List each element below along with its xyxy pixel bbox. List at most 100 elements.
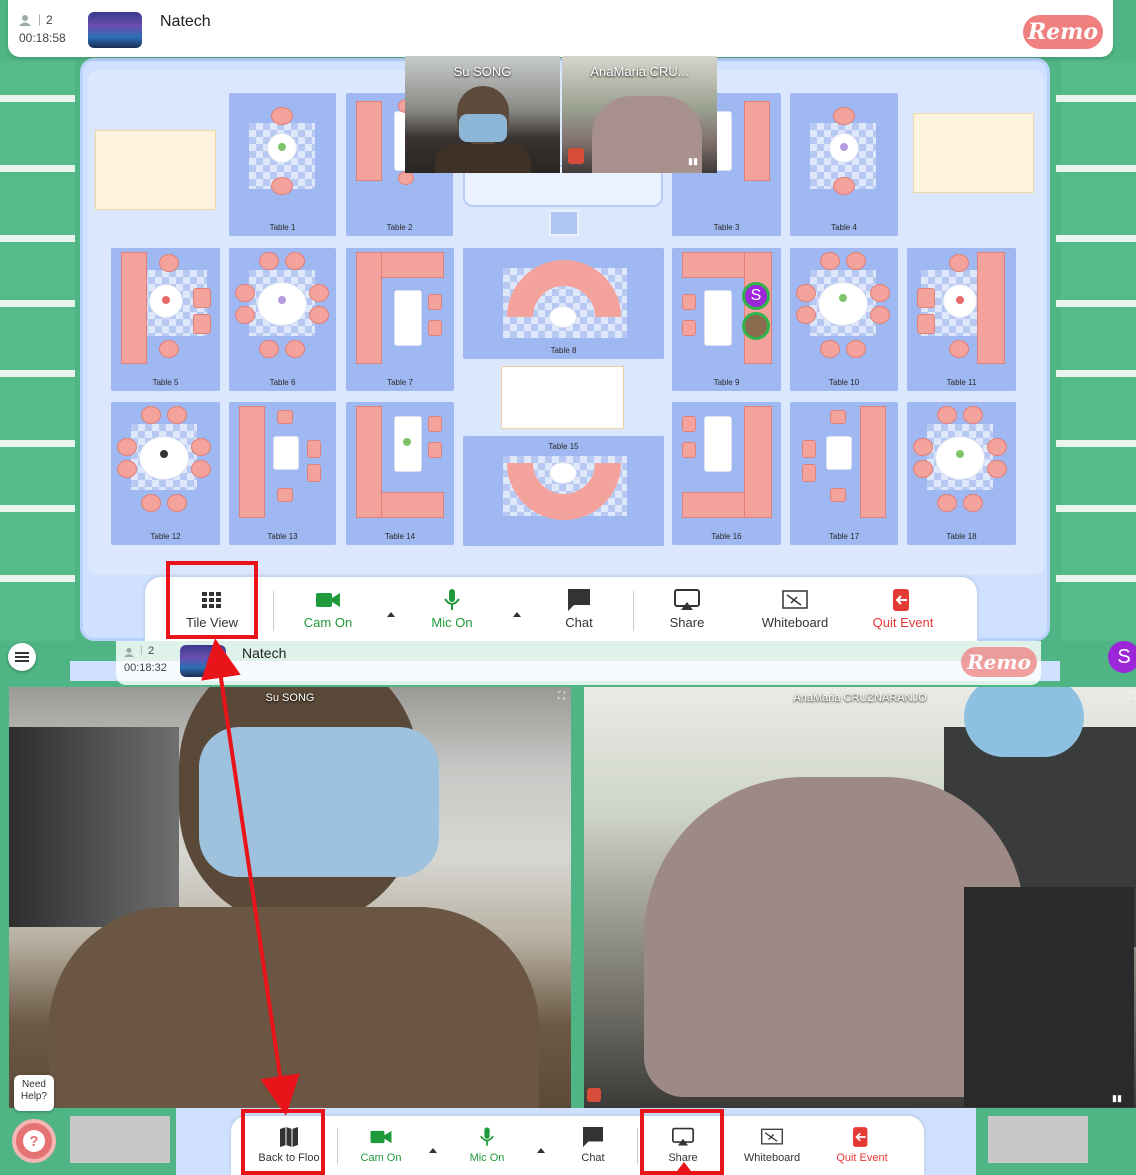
- help-button[interactable]: ?: [12, 1119, 56, 1163]
- question-icon: ?: [23, 1130, 45, 1152]
- chat-label: Chat: [581, 1152, 605, 1164]
- wall-stub: [1056, 300, 1136, 307]
- table-label: Table 1: [269, 223, 296, 232]
- hamburger-icon: [15, 652, 29, 662]
- table-1[interactable]: Table 1: [229, 93, 336, 236]
- table-5[interactable]: Table 5: [111, 248, 220, 391]
- share-button[interactable]: Share: [653, 589, 721, 630]
- table-label: Table 4: [831, 223, 857, 232]
- cam-on-button[interactable]: Cam On: [291, 589, 365, 630]
- table-8[interactable]: Table 8: [463, 248, 664, 359]
- microphone-icon: [415, 589, 489, 611]
- mic-options-caret[interactable]: [513, 612, 521, 617]
- table-label: Table 2: [386, 223, 413, 232]
- camera-tile[interactable]: Su SONG ⛶: [9, 687, 571, 1108]
- wall-stub: [1056, 235, 1136, 242]
- participant-name: AnaMaria CRUZNARANJO: [793, 692, 927, 704]
- wall-stub: [1056, 575, 1136, 582]
- need-help-tooltip: Need Help?: [14, 1075, 54, 1111]
- camera-tile[interactable]: AnaMaria CRUZNARANJO ⛶: [584, 687, 1136, 1108]
- table-7[interactable]: Table 7: [346, 248, 454, 391]
- participant-name: Su SONG: [453, 64, 512, 79]
- mic-on-button[interactable]: Mic On: [455, 1126, 519, 1164]
- whiteboard-button[interactable]: Whiteboard: [737, 1126, 807, 1164]
- monitor: [964, 887, 1134, 1107]
- table-label: Table 5: [152, 378, 179, 387]
- wall-stub: [1056, 95, 1136, 102]
- table-17[interactable]: Table 17: [790, 402, 898, 545]
- table-10[interactable]: Table 10: [790, 248, 898, 391]
- svg-text:?: ?: [29, 1133, 38, 1150]
- table-label: Table 10: [828, 378, 860, 387]
- table-13[interactable]: Table 13: [229, 402, 336, 545]
- event-timer: 00:18:58: [19, 31, 66, 45]
- table-18[interactable]: Table 18: [907, 402, 1016, 545]
- chat-button[interactable]: Chat: [565, 1126, 621, 1164]
- floor-board: [70, 1116, 170, 1163]
- table-label: Table 9: [713, 378, 740, 387]
- highlight-box: [241, 1109, 325, 1175]
- wall-stub: [1056, 505, 1136, 512]
- divider: [273, 591, 274, 631]
- table-11[interactable]: Table 11: [907, 248, 1016, 391]
- floor-view-screenshot: Table 1 Table 2 Table 3 Table 4 Table 5: [0, 0, 1136, 641]
- wall-stub: [1056, 165, 1136, 172]
- event-thumbnail: [88, 12, 142, 48]
- fullscreen-icon[interactable]: ⛶: [1129, 691, 1136, 702]
- chat-label: Chat: [565, 615, 593, 630]
- event-timer: 00:18:32: [124, 662, 167, 674]
- whiteboard-icon: [753, 589, 837, 611]
- table-label: Table 6: [269, 378, 296, 387]
- highlight-box: [640, 1109, 724, 1175]
- table-label: Table 17: [828, 532, 860, 541]
- avatar[interactable]: [742, 312, 770, 340]
- signal-icon: ▮▮: [688, 156, 698, 166]
- user-avatar[interactable]: S: [1108, 641, 1136, 673]
- wall-stub: [0, 505, 75, 512]
- highlight-box: [166, 561, 258, 639]
- chat-icon: [565, 1126, 621, 1148]
- table-15[interactable]: Table 15: [463, 436, 664, 546]
- table-6[interactable]: Table 6: [229, 248, 336, 391]
- exit-icon: [827, 1126, 897, 1148]
- fullscreen-icon[interactable]: ⛶: [558, 691, 565, 702]
- cam-options-caret[interactable]: [429, 1148, 437, 1153]
- table-9[interactable]: S Table 9: [672, 248, 781, 391]
- mic-on-button[interactable]: Mic On: [415, 589, 489, 630]
- table-14[interactable]: Table 14: [346, 402, 454, 545]
- quit-event-button[interactable]: Quit Event: [827, 1126, 897, 1164]
- top-bar: | 2 00:18:32 Natech Remo: [116, 641, 1041, 685]
- screen-share-icon: [653, 589, 721, 611]
- cam-options-caret[interactable]: [387, 612, 395, 617]
- floor-board: [95, 130, 216, 210]
- floor-board: [913, 113, 1034, 193]
- table-16[interactable]: Table 16: [672, 402, 781, 545]
- table-label: Table 12: [150, 532, 181, 541]
- table-label: Table 8: [550, 346, 577, 355]
- video-tile[interactable]: AnaMaria CRU... ▮▮: [562, 56, 717, 173]
- remo-logo: Remo: [961, 647, 1037, 677]
- participant-name: AnaMaria CRU...: [590, 64, 689, 79]
- remo-logo: Remo: [1023, 15, 1103, 49]
- exit-icon: [863, 589, 943, 611]
- cam-on-label: Cam On: [303, 615, 353, 630]
- wall-stub: [0, 235, 75, 242]
- participant-count: 2: [46, 13, 53, 27]
- table-4[interactable]: Table 4: [790, 93, 898, 236]
- table-12[interactable]: Table 12: [111, 402, 220, 545]
- cam-on-button[interactable]: Cam On: [349, 1126, 413, 1164]
- video-tile[interactable]: Su SONG: [405, 56, 560, 173]
- microphone-icon: [455, 1126, 519, 1148]
- avatar[interactable]: S: [742, 282, 770, 310]
- event-name: Natech: [160, 13, 211, 30]
- mic-options-caret[interactable]: [537, 1148, 545, 1153]
- camera-icon: [349, 1126, 413, 1148]
- separator: |: [140, 645, 143, 656]
- quit-event-button[interactable]: Quit Event: [863, 589, 943, 630]
- toolbar: Back to Floo Cam On Mic On Chat Share Wh…: [231, 1116, 924, 1175]
- menu-button[interactable]: [8, 643, 36, 671]
- tile-view-screenshot: | 2 00:18:32 Natech Remo S Su SONG ⛶ Ana…: [0, 641, 1136, 1175]
- whiteboard-button[interactable]: Whiteboard: [753, 589, 837, 630]
- table-label: Table 13: [267, 532, 298, 541]
- chat-button[interactable]: Chat: [545, 589, 613, 630]
